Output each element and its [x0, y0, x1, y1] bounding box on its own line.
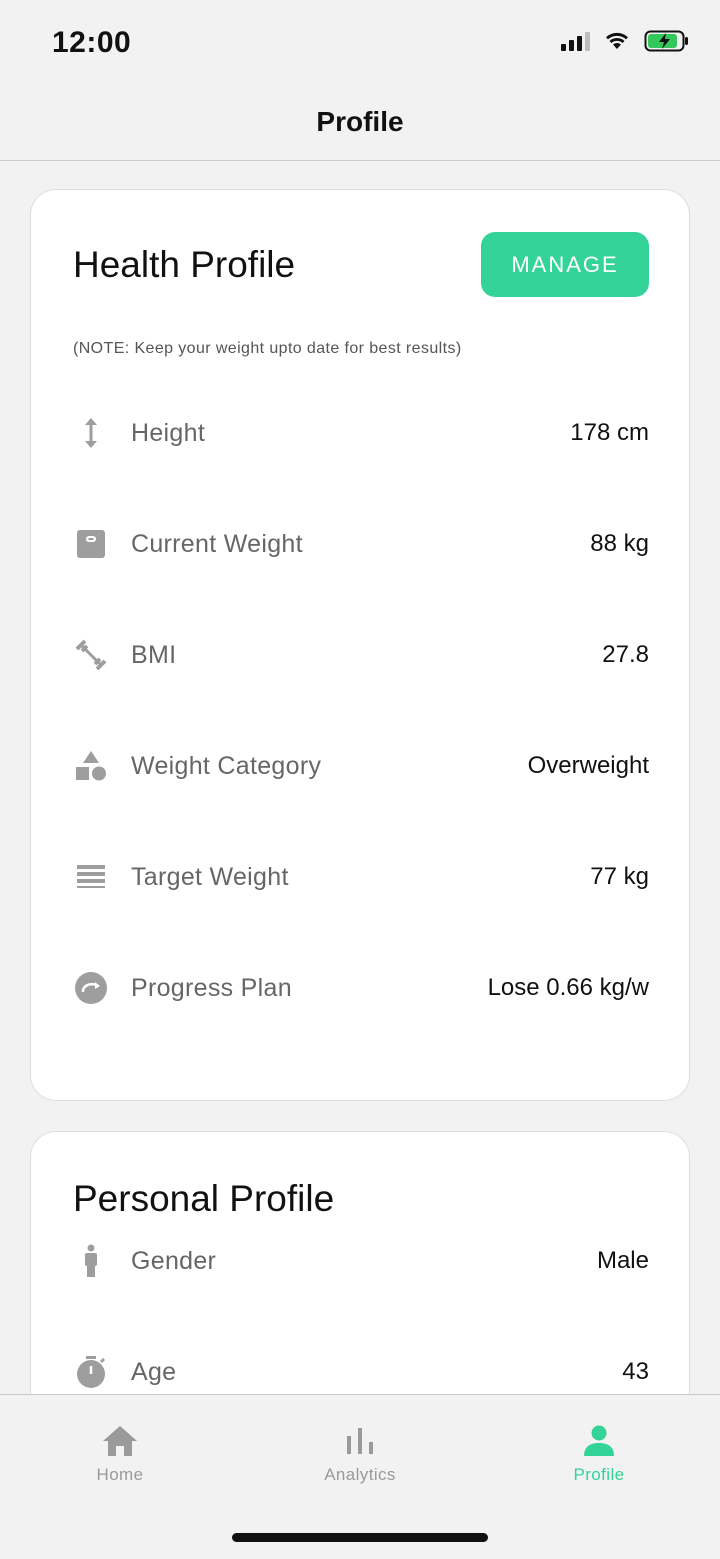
wifi-icon: [606, 32, 628, 49]
row-value: Overweight: [527, 752, 649, 779]
health-profile-title: Health Profile: [73, 244, 296, 285]
row-value: 27.8: [602, 641, 649, 668]
signal-icon: [561, 31, 590, 51]
row-gender[interactable]: Gender Male: [73, 1241, 649, 1281]
row-label: BMI: [131, 640, 177, 669]
row-label: Current Weight: [131, 529, 303, 558]
row-weight-category[interactable]: Weight Category Overweight: [73, 746, 649, 786]
row-value: Lose 0.66 kg/w: [487, 974, 649, 1001]
row-height[interactable]: Height 178 cm: [73, 413, 649, 453]
row-value: 178 cm: [570, 419, 649, 446]
row-value: 77 kg: [590, 863, 649, 890]
analytics-icon: [260, 1421, 460, 1461]
stopwatch-icon: [73, 1354, 109, 1390]
row-value: Male: [596, 1247, 649, 1274]
person-icon: [73, 1243, 109, 1279]
lines-icon: [73, 859, 109, 895]
status-icons: [561, 30, 690, 52]
dumbbell-icon: [73, 637, 109, 673]
row-progress-plan[interactable]: Progress Plan Lose 0.66 kg/w: [73, 968, 649, 1008]
row-current-weight[interactable]: Current Weight 88 kg: [73, 524, 649, 564]
tab-analytics[interactable]: Analytics: [260, 1421, 460, 1485]
profile-icon: [499, 1421, 699, 1461]
row-label: Progress Plan: [131, 973, 292, 1002]
personal-profile-title: Personal Profile: [73, 1178, 335, 1219]
row-bmi[interactable]: BMI 27.8: [73, 635, 649, 675]
weight-note: (NOTE: Keep your weight upto date for be…: [73, 340, 462, 357]
row-age[interactable]: Age 43: [73, 1352, 649, 1392]
status-bar: 12:00: [0, 0, 720, 88]
progress-icon: [73, 970, 109, 1006]
row-label: Height: [131, 418, 206, 447]
nav-bar: Profile: [0, 88, 720, 161]
height-arrows-icon: [73, 415, 109, 451]
status-time: 12:00: [52, 26, 132, 59]
health-profile-card: Health Profile MANAGE (NOTE: Keep your w…: [30, 189, 690, 1101]
row-value: 88 kg: [590, 530, 649, 557]
tab-label: Profile: [573, 1465, 625, 1484]
row-label: Age: [131, 1357, 177, 1386]
tab-label: Analytics: [324, 1465, 396, 1484]
row-label: Target Weight: [131, 862, 289, 891]
page-title: Profile: [316, 106, 404, 137]
home-indicator: [232, 1533, 488, 1542]
row-label: Gender: [131, 1246, 217, 1275]
tab-profile[interactable]: Profile: [499, 1421, 699, 1485]
row-target-weight[interactable]: Target Weight 77 kg: [73, 857, 649, 897]
scale-icon: [73, 526, 109, 562]
row-label: Weight Category: [131, 751, 322, 780]
shapes-icon: [73, 748, 109, 784]
manage-button[interactable]: MANAGE: [481, 232, 649, 297]
tab-home[interactable]: Home: [20, 1421, 220, 1485]
row-value: 43: [622, 1358, 649, 1385]
home-icon: [20, 1421, 220, 1461]
battery-charging-icon: [644, 30, 688, 52]
personal-profile-card: Personal Profile Gender Male Age 43: [30, 1131, 690, 1431]
tab-label: Home: [96, 1465, 144, 1484]
